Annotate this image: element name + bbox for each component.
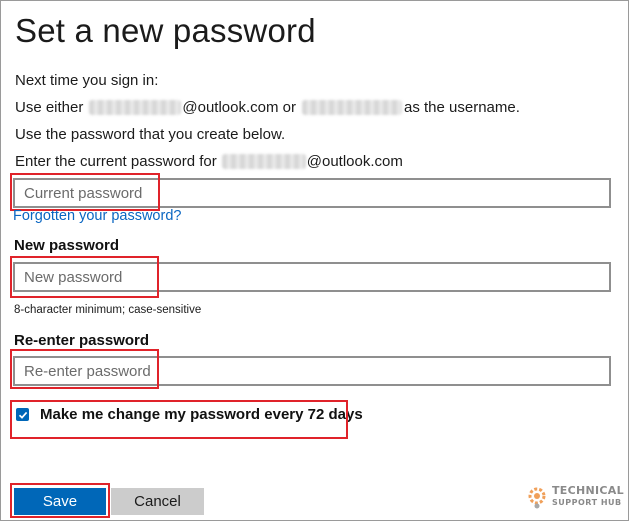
checkmark-icon xyxy=(18,411,27,419)
reenter-password-input[interactable] xyxy=(13,356,611,386)
cancel-button[interactable]: Cancel xyxy=(111,488,204,515)
intro-text-4-suffix: @outlook.com xyxy=(306,153,403,170)
watermark-line-2: SUPPORT HUB xyxy=(552,498,622,507)
intro-line-1: Next time you sign in: xyxy=(15,72,158,89)
page-title: Set a new password xyxy=(15,12,316,49)
intro-text-2-suffix: as the username. xyxy=(403,99,520,116)
password-hint: 8-character minimum; case-sensitive xyxy=(14,304,202,316)
intro-text-4-prefix: Enter the current password for xyxy=(15,153,217,170)
intro-line-4: Enter the current password for @outlook.… xyxy=(15,153,403,170)
reenter-password-label: Re-enter password xyxy=(14,332,150,349)
gear-icon xyxy=(528,487,546,509)
new-password-input[interactable] xyxy=(13,262,611,292)
watermark-text: TECHNICAL SUPPORT HUB xyxy=(552,485,624,509)
intro-text-1: Next time you sign in: xyxy=(15,72,159,89)
redacted-username xyxy=(221,154,306,169)
expiry-checkbox[interactable] xyxy=(16,408,29,421)
intro-text-3: Use the password that you create below. xyxy=(15,126,286,143)
intro-line-2: Use either @outlook.com or as the userna… xyxy=(15,99,520,116)
redacted-username xyxy=(89,100,182,115)
save-button[interactable]: Save xyxy=(14,488,106,515)
expiry-checkbox-label: Make me change my password every 72 days xyxy=(40,406,363,423)
watermark-logo: TECHNICAL SUPPORT HUB xyxy=(526,485,624,509)
intro-text-2-email: @outlook.com or xyxy=(182,99,296,116)
intro-line-3: Use the password that you create below. xyxy=(15,126,285,143)
forgot-password-link[interactable]: Forgotten your password? xyxy=(13,208,181,224)
current-password-input[interactable] xyxy=(13,178,611,208)
watermark-line-1: TECHNICAL xyxy=(552,484,624,497)
redacted-phone xyxy=(301,100,402,115)
new-password-label: New password xyxy=(14,237,120,254)
intro-text-2-prefix: Use either xyxy=(15,99,84,116)
expiry-option-row: Make me change my password every 72 days xyxy=(16,406,363,423)
